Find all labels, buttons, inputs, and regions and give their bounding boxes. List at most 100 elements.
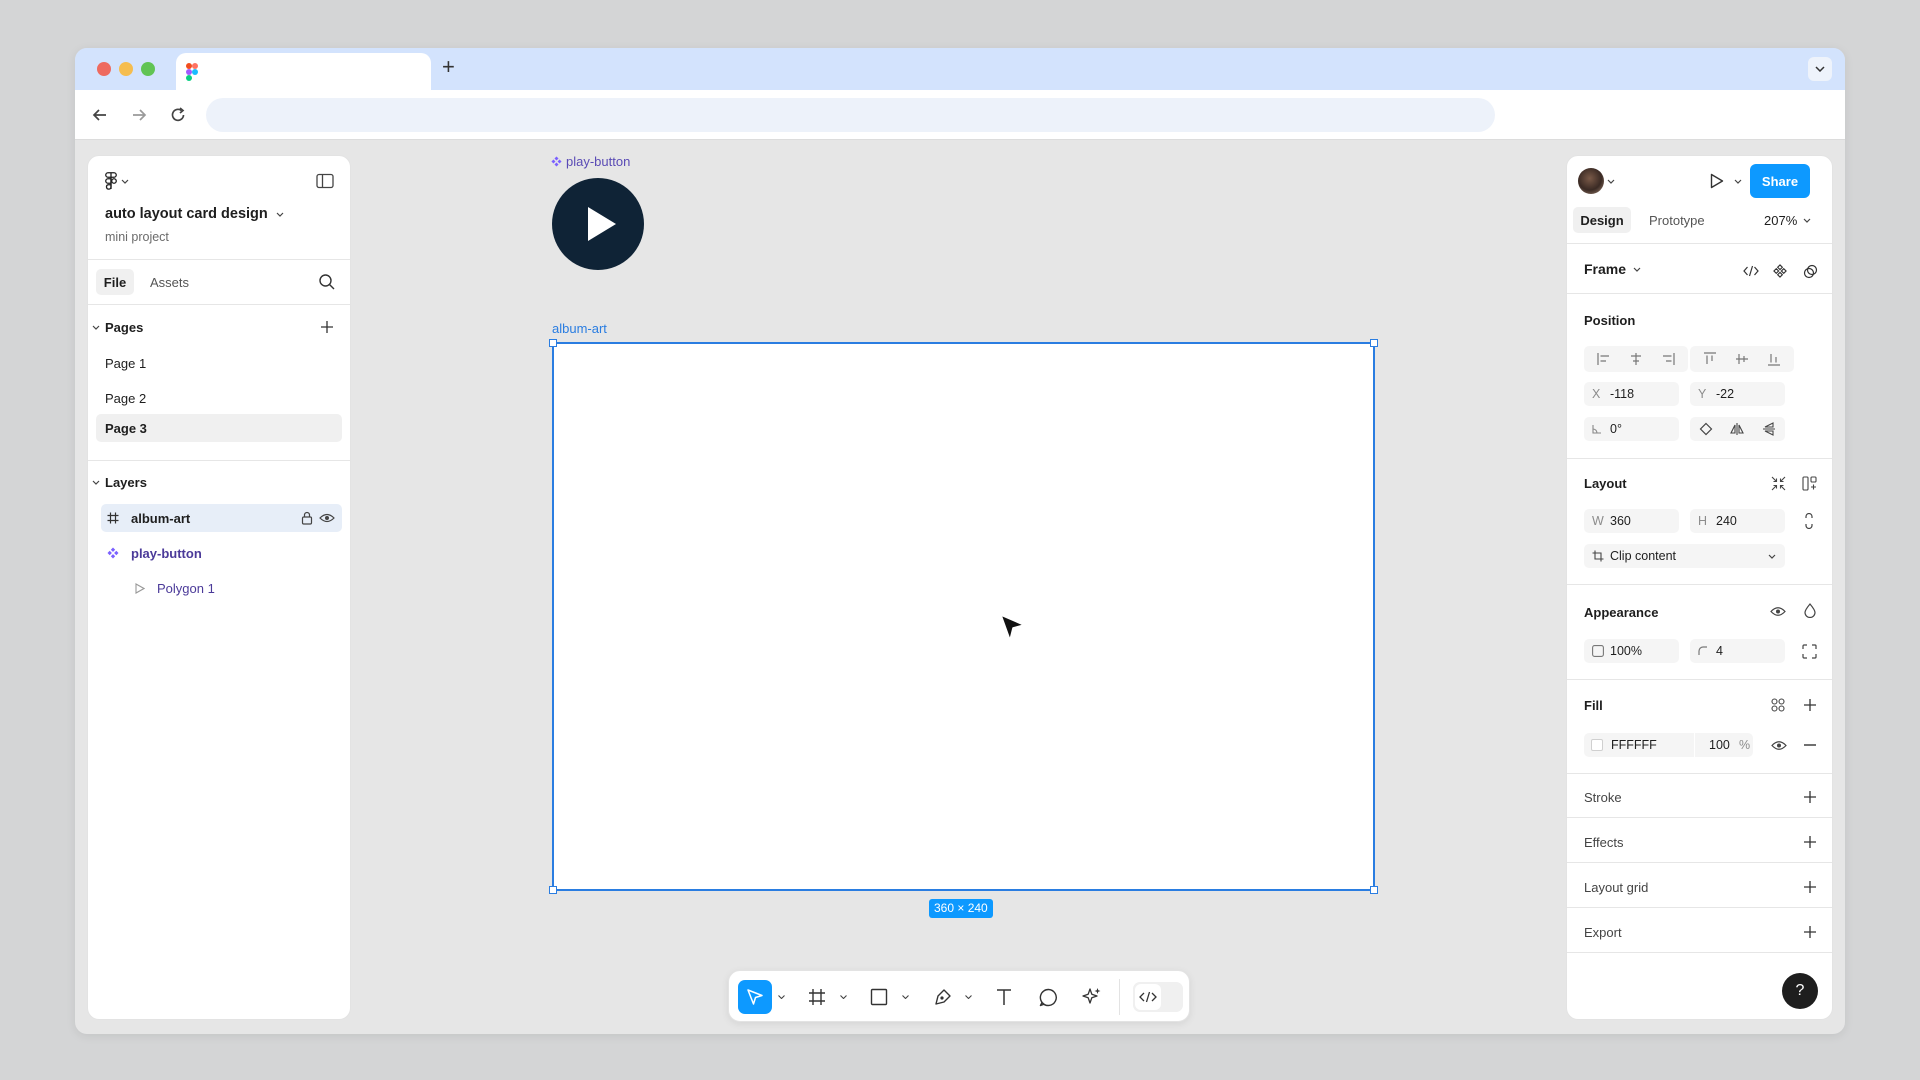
layout-grid-section[interactable]: Layout grid xyxy=(1567,864,1832,908)
album-art-frame[interactable] xyxy=(549,339,1378,894)
tab-assets[interactable]: Assets xyxy=(150,275,189,290)
close-window-button[interactable] xyxy=(97,62,111,76)
user-avatar[interactable] xyxy=(1578,168,1604,194)
present-play-icon[interactable] xyxy=(1710,173,1724,189)
align-horizontal-center-icon[interactable] xyxy=(1629,352,1643,366)
collapse-icon[interactable] xyxy=(1771,476,1786,491)
resize-handle[interactable] xyxy=(1370,339,1378,347)
minimize-window-button[interactable] xyxy=(119,62,133,76)
lock-icon[interactable] xyxy=(301,511,313,525)
left-sidebar: auto layout card design mini project Fil… xyxy=(87,155,351,1020)
toggle-sidebar-icon[interactable] xyxy=(316,173,334,189)
selection-type-dropdown[interactable]: Frame xyxy=(1584,261,1641,277)
effects-section[interactable]: Effects xyxy=(1567,819,1832,863)
page-item-3[interactable]: Page 3 xyxy=(96,414,342,442)
zoom-dropdown[interactable]: 207% xyxy=(1764,213,1811,228)
pages-header[interactable]: Pages xyxy=(92,320,143,335)
flip-vertical-icon[interactable] xyxy=(1762,422,1776,436)
main-menu-button[interactable] xyxy=(105,172,129,190)
component-icon[interactable] xyxy=(1773,264,1787,278)
layer-row-play-button[interactable]: play-button xyxy=(101,539,342,567)
rotation-input[interactable]: 0° xyxy=(1584,417,1679,441)
share-button[interactable]: Share xyxy=(1750,164,1810,198)
back-arrow-icon[interactable] xyxy=(90,105,110,125)
layers-title: Layers xyxy=(105,475,147,490)
rectangle-tool-icon[interactable] xyxy=(870,988,888,1006)
fill-color-swatch[interactable] xyxy=(1591,739,1603,751)
dev-mode-toggle[interactable] xyxy=(1133,982,1183,1012)
add-effect-icon[interactable] xyxy=(1803,835,1817,849)
flip-horizontal-icon[interactable] xyxy=(1730,422,1745,436)
file-name-button[interactable]: auto layout card design xyxy=(105,206,284,222)
align-right-icon[interactable] xyxy=(1661,352,1675,366)
stroke-section[interactable]: Stroke xyxy=(1567,774,1832,818)
reload-icon[interactable] xyxy=(168,105,188,125)
play-button-component[interactable] xyxy=(552,178,644,270)
visibility-eye-icon[interactable] xyxy=(319,513,335,523)
independent-corners-icon[interactable] xyxy=(1802,644,1817,659)
layer-row-polygon[interactable]: Polygon 1 xyxy=(101,574,342,602)
resize-handle[interactable] xyxy=(1370,886,1378,894)
frame-tool-icon[interactable] xyxy=(808,988,826,1006)
visibility-eye-icon[interactable] xyxy=(1771,740,1787,751)
layer-row-album-art[interactable]: album-art xyxy=(101,504,342,532)
blend-mode-drop-icon[interactable] xyxy=(1804,603,1816,618)
auto-layout-icon[interactable] xyxy=(1802,476,1817,491)
chevron-down-icon[interactable] xyxy=(840,995,847,999)
remove-fill-icon[interactable] xyxy=(1803,744,1817,746)
resize-handle[interactable] xyxy=(549,886,557,894)
x-position-input[interactable]: X -118 xyxy=(1584,382,1679,406)
layers-header[interactable]: Layers xyxy=(92,475,147,490)
add-layout-grid-icon[interactable] xyxy=(1803,880,1817,894)
add-fill-icon[interactable] xyxy=(1803,698,1817,712)
styles-grid-icon[interactable] xyxy=(1771,698,1785,712)
new-tab-button[interactable]: + xyxy=(442,54,455,80)
add-stroke-icon[interactable] xyxy=(1803,790,1817,804)
chevron-down-icon[interactable] xyxy=(1734,179,1742,184)
y-position-input[interactable]: Y -22 xyxy=(1690,382,1785,406)
width-input[interactable]: W 360 xyxy=(1584,509,1679,533)
chevron-down-icon[interactable] xyxy=(1607,179,1615,184)
opacity-input[interactable]: 100% xyxy=(1584,639,1679,663)
align-left-icon[interactable] xyxy=(1597,352,1611,366)
chevron-down-icon[interactable] xyxy=(965,995,972,999)
forward-arrow-icon[interactable] xyxy=(129,105,149,125)
pages-title: Pages xyxy=(105,320,144,335)
chevron-down-icon[interactable] xyxy=(778,995,785,999)
add-page-icon[interactable] xyxy=(320,320,334,334)
chevron-down-icon[interactable] xyxy=(902,995,909,999)
tab-prototype[interactable]: Prototype xyxy=(1649,213,1705,228)
code-icon[interactable] xyxy=(1743,265,1759,277)
visibility-eye-icon[interactable] xyxy=(1770,606,1786,617)
export-section[interactable]: Export xyxy=(1567,909,1832,953)
tab-design[interactable]: Design xyxy=(1573,207,1631,233)
rotate-90-icon[interactable] xyxy=(1699,422,1713,436)
add-export-icon[interactable] xyxy=(1803,925,1817,939)
component-label[interactable]: play-button xyxy=(551,154,630,169)
browser-tab-active[interactable] xyxy=(176,53,431,90)
mask-icon[interactable] xyxy=(1803,264,1818,279)
clip-content-dropdown[interactable]: Clip content xyxy=(1584,544,1785,568)
comment-tool-icon[interactable] xyxy=(1039,988,1058,1007)
maximize-window-button[interactable] xyxy=(141,62,155,76)
tab-search-button[interactable] xyxy=(1808,57,1832,81)
move-tool-button[interactable] xyxy=(738,980,772,1014)
fill-color-input[interactable]: FFFFFF 100 % xyxy=(1584,733,1753,757)
pen-tool-icon[interactable] xyxy=(933,987,953,1007)
help-button[interactable]: ? xyxy=(1782,973,1818,1009)
corner-radius-input[interactable]: 4 xyxy=(1690,639,1785,663)
frame-label[interactable]: album-art xyxy=(552,321,607,336)
align-top-icon[interactable] xyxy=(1703,352,1717,366)
page-item-1[interactable]: Page 1 xyxy=(105,356,146,371)
align-bottom-icon[interactable] xyxy=(1767,352,1781,366)
search-icon[interactable] xyxy=(318,273,336,291)
align-vertical-center-icon[interactable] xyxy=(1735,352,1749,366)
page-item-2[interactable]: Page 2 xyxy=(105,391,146,406)
ai-sparkle-icon[interactable] xyxy=(1081,986,1103,1008)
address-bar[interactable] xyxy=(206,98,1495,132)
height-input[interactable]: H 240 xyxy=(1690,509,1785,533)
text-tool-icon[interactable] xyxy=(995,988,1013,1006)
constrain-proportions-icon[interactable] xyxy=(1804,513,1814,529)
resize-handle[interactable] xyxy=(549,339,557,347)
tab-file[interactable]: File xyxy=(96,269,134,295)
